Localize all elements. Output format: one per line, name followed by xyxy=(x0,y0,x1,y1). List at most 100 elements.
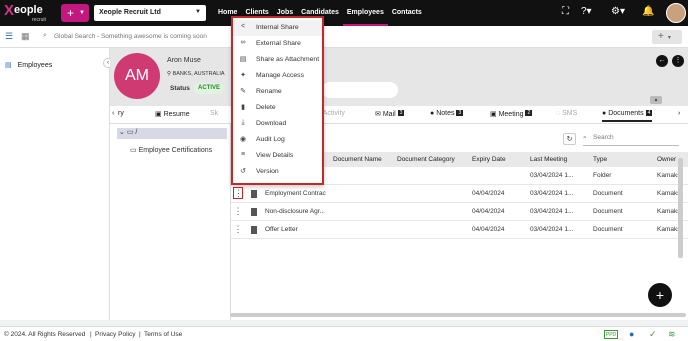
vertical-scrollbar[interactable] xyxy=(678,158,683,258)
col-expiry-date[interactable]: Expiry Date xyxy=(472,156,506,163)
company-select[interactable]: Xeople Recruit Ltd ▼ xyxy=(94,5,206,21)
tree-folder-label: Employee Certifications xyxy=(138,147,213,154)
attachment-icon: ▤ xyxy=(239,56,247,63)
back-arrow-icon[interactable]: ← xyxy=(656,55,668,67)
refresh-icon[interactable]: ↻ xyxy=(563,133,576,145)
tab-meeting[interactable]: ▣ Meeting 2 xyxy=(490,110,533,118)
nav-contacts[interactable]: Contacts xyxy=(388,0,426,26)
profile-avatar: AM xyxy=(114,53,160,99)
gear-icon[interactable]: ⚙▾ xyxy=(611,6,625,17)
xeople-logo[interactable]: X eople recruit xyxy=(4,3,56,24)
document-icon xyxy=(251,190,257,198)
documents-icon: ● xyxy=(602,110,607,117)
col-document-category[interactable]: Document Category xyxy=(397,156,455,163)
doc-owner: Kamaks xyxy=(657,208,681,215)
row-menu-icon[interactable]: ⋮ xyxy=(233,224,243,235)
table-row[interactable]: ⋮ Offer Letter 04/04/2024 03/04/2024 1..… xyxy=(231,221,688,239)
tab-label: SMS xyxy=(562,110,578,117)
more-vertical-icon[interactable]: ⋮ xyxy=(672,55,684,67)
profile-location: ⚲ BANKS, AUSTRALIA xyxy=(167,71,225,77)
user-circle-icon[interactable]: ● xyxy=(629,329,634,339)
menu-item-share-as-attachment[interactable]: ▤ Share as Attachment xyxy=(233,52,322,68)
menu-item-download[interactable]: ⤓ Download xyxy=(233,116,322,132)
sidebar-item-employees[interactable]: ▤ Employees xyxy=(5,61,52,69)
menu-item-delete[interactable]: ▮ Delete xyxy=(233,100,322,116)
add-document-fab[interactable]: + xyxy=(648,283,672,307)
menu-item-external-share[interactable]: ∞ External Share xyxy=(233,36,322,52)
tab-skills[interactable]: Sk xyxy=(210,110,218,117)
footer: © 2024. All Rights Reserved | Privacy Po… xyxy=(0,326,688,341)
tab-notes[interactable]: ● Notes 3 xyxy=(430,110,464,117)
tree-folder-employee-certifications[interactable]: ▭ Employee Certifications xyxy=(130,146,212,154)
menu-item-label: Internal Share xyxy=(256,24,299,31)
col-owner[interactable]: Owner xyxy=(657,156,676,163)
tab-sms[interactable]: ◌ SMS xyxy=(556,110,577,117)
details-icon: ≡ xyxy=(240,151,246,158)
horizontal-scrollbar[interactable] xyxy=(230,313,686,317)
wifi-icon[interactable]: ≋ xyxy=(668,329,676,340)
search-icon: ⌕ xyxy=(583,134,587,141)
tree-root-folder[interactable]: ⌄ ▭ / xyxy=(117,128,227,139)
col-document-name[interactable]: Document Name xyxy=(333,156,382,163)
expand-icon[interactable]: ⛶ xyxy=(562,6,569,17)
doc-last-meeting: 03/04/2024 1... xyxy=(530,208,574,215)
search-placeholder: Search xyxy=(593,134,614,141)
menu-item-version[interactable]: ↺ Version xyxy=(233,164,322,180)
tab-resume[interactable]: ▣ Resume xyxy=(155,110,190,118)
menu-item-rename[interactable]: ✎ Rename xyxy=(233,84,322,100)
help-icon[interactable]: ?▾ xyxy=(581,6,592,17)
footer-separator: | xyxy=(139,331,141,338)
menu-item-internal-share[interactable]: < Internal Share xyxy=(233,20,322,36)
menu-item-audit-log[interactable]: ◉ Audit Log xyxy=(233,132,322,148)
status-badge[interactable]: ACTIVE xyxy=(194,83,224,94)
terms-of-use-link[interactable]: Terms of Use xyxy=(144,331,182,338)
profile-field xyxy=(322,82,398,98)
list-view-icon[interactable]: ☰ xyxy=(5,31,13,42)
quick-add-button[interactable]: + ▼ xyxy=(61,4,89,22)
documents-search-input[interactable]: ⌕ Search xyxy=(583,132,679,146)
table-row[interactable]: ⋮ Non-disclosure Agr... 04/04/2024 03/04… xyxy=(231,203,688,221)
status-label: Status xyxy=(170,85,190,92)
table-row[interactable]: ⋮ Employment Contrac 04/04/2024 03/04/20… xyxy=(231,185,688,203)
meeting-count: 2 xyxy=(525,110,533,116)
col-type[interactable]: Type xyxy=(593,156,607,163)
col-last-meeting[interactable]: Last Meeting xyxy=(530,156,567,163)
tab-label: Notes xyxy=(436,110,455,117)
row-menu-icon[interactable]: ⋮ xyxy=(233,187,243,199)
tab-mail[interactable]: ✉ Mail 3 xyxy=(375,110,405,118)
menu-item-label: View Details xyxy=(256,152,294,159)
tab-label: Activity xyxy=(322,110,345,117)
share-icon: < xyxy=(240,23,246,30)
tab-next-arrow[interactable]: › xyxy=(678,110,680,117)
sidebar-item-label: Employees xyxy=(17,62,53,69)
row-menu-icon[interactable]: ⋮ xyxy=(233,206,243,217)
chevron-up-icon[interactable]: ▲ xyxy=(650,96,662,104)
search-bar: ☰ ▦ ⌕ Global Search - Something awesome … xyxy=(0,26,688,48)
notes-icon: ● xyxy=(430,110,435,117)
doc-expiry: 04/04/2024 xyxy=(472,208,505,215)
user-avatar[interactable] xyxy=(666,3,686,23)
bell-icon[interactable]: 🔔 xyxy=(642,6,654,17)
nav-employees[interactable]: Employees xyxy=(342,0,388,26)
privacy-policy-link[interactable]: Privacy Policy xyxy=(95,331,135,338)
doc-name: Non-disclosure Agr... xyxy=(265,208,325,215)
doc-last-meeting: 03/04/2024 1... xyxy=(530,226,574,233)
tab-documents[interactable]: ● Documents 4 xyxy=(602,110,653,122)
menu-item-label: Manage Access xyxy=(256,72,304,79)
check-circle-icon[interactable]: ✓ xyxy=(649,329,657,340)
menu-item-manage-access[interactable]: ✦ Manage Access xyxy=(233,68,322,84)
grid-view-icon[interactable]: ▦ xyxy=(21,31,30,42)
mail-icon: ✉ xyxy=(375,111,381,118)
tab-history[interactable]: ry xyxy=(118,110,124,117)
location-pin-icon: ⚲ xyxy=(167,71,172,77)
history-icon: ↺ xyxy=(240,168,246,175)
menu-item-label: Delete xyxy=(256,104,276,111)
tab-prev-arrow[interactable]: ‹ xyxy=(112,110,114,117)
menu-item-view-details[interactable]: ≡ View Details xyxy=(233,148,322,164)
doc-owner: Kamaks xyxy=(657,226,681,233)
global-search-input[interactable]: Global Search - Something awesome is com… xyxy=(40,31,640,43)
tree-root-label: / xyxy=(135,129,138,136)
menu-item-label: Download xyxy=(256,120,287,127)
add-menu-button[interactable]: + ▾ xyxy=(652,30,682,44)
ppd-badge[interactable]: PPD xyxy=(604,330,618,339)
